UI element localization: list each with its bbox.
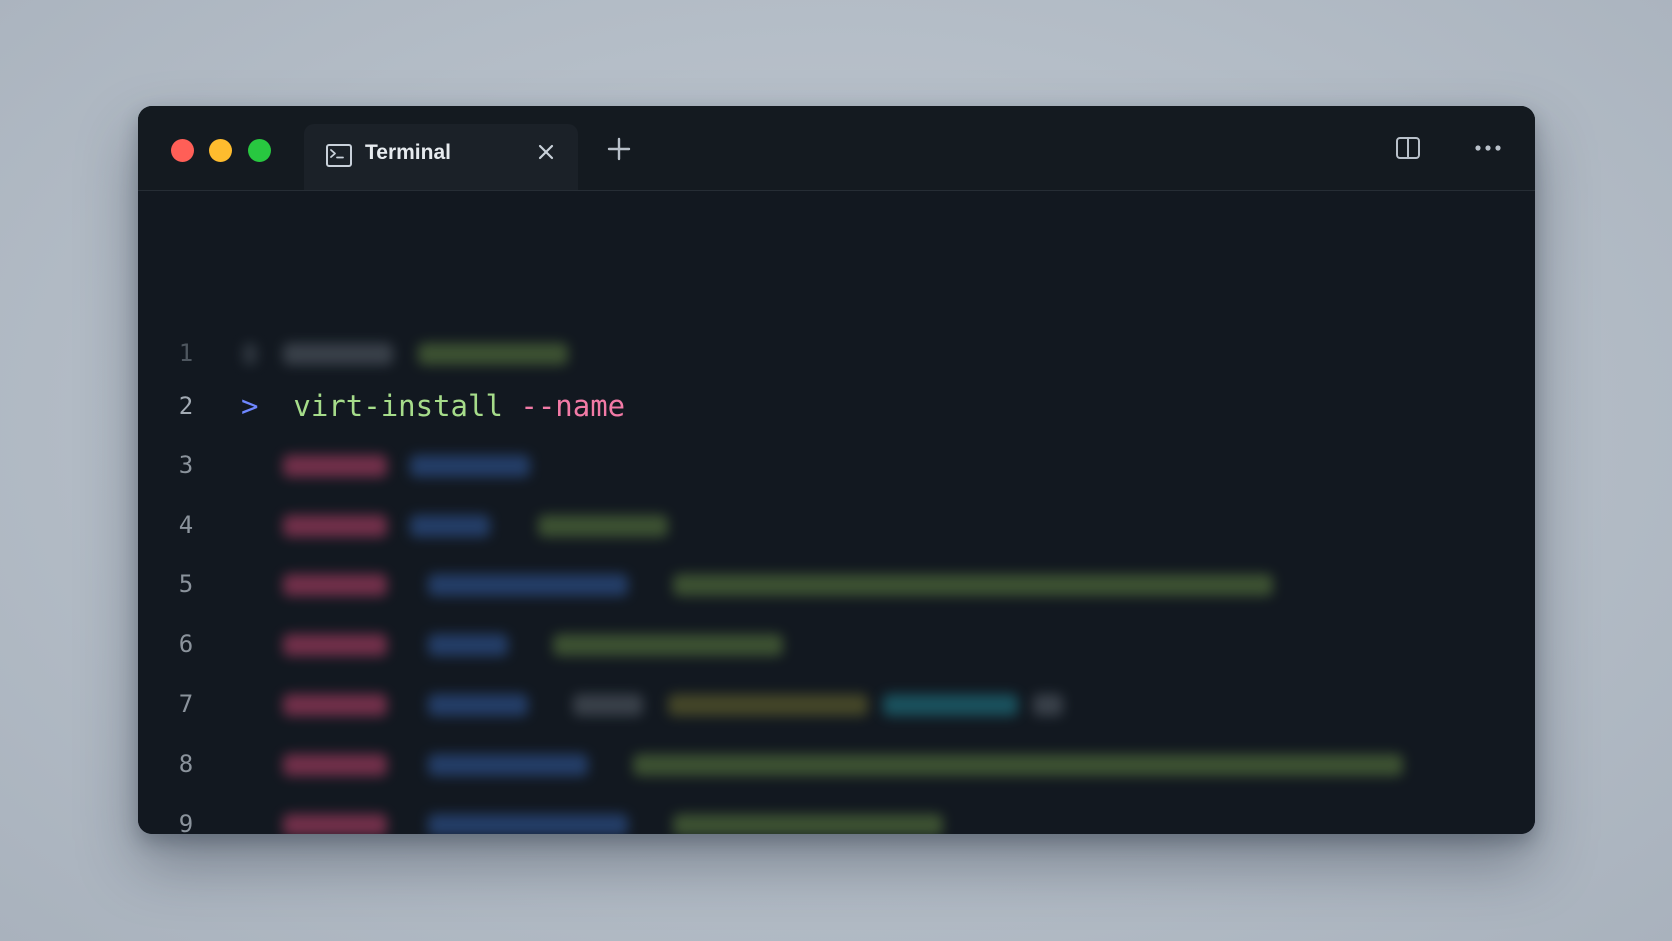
code-line: 9 [138,804,1535,834]
line-number: 6 [178,630,194,658]
title-bar: Terminal [138,106,1535,191]
minimize-window-button[interactable] [209,139,232,162]
blurred-text [673,574,1273,596]
line-number: 9 [178,810,194,834]
code-line: 3 [138,445,1535,485]
blurred-text [573,694,643,716]
blurred-text [428,814,628,834]
blurred-text [428,694,528,716]
plus-icon[interactable] [604,134,634,164]
blurred-text [883,694,1018,716]
blurred-text [428,574,628,596]
command-line: > virt-install --name [241,386,625,426]
split-view-icon[interactable] [1395,135,1421,161]
code-line-active: 2 > virt-install --name [138,386,1535,426]
line-number: 7 [178,690,194,718]
code-line: 6 [138,624,1535,664]
blurred-text [283,515,387,537]
blurred-text [283,634,387,656]
blurred-text [410,455,530,477]
blurred-text [283,694,387,716]
blurred-text [633,754,1403,776]
code-line: 5 [138,564,1535,604]
close-icon[interactable] [534,140,558,164]
blurred-prompt [243,343,257,365]
maximize-window-button[interactable] [248,139,271,162]
terminal-window: Terminal 1 2 > virt-install --name 3 4 5… [138,106,1535,834]
code-line: 8 [138,744,1535,784]
blurred-text [673,814,943,834]
blurred-text [283,574,387,596]
blurred-text [418,343,568,365]
blurred-text [1033,694,1063,716]
blurred-text [283,754,387,776]
blurred-text [283,455,387,477]
blurred-text [428,634,508,656]
terminal-icon [326,144,352,167]
blurred-text [283,814,387,834]
line-number: 8 [178,750,194,778]
code-line: 7 [138,684,1535,724]
terminal-content[interactable]: 1 2 > virt-install --name 3 4 5 6 7 8 9 [138,191,1535,834]
blurred-text [553,634,783,656]
code-line: 4 [138,505,1535,545]
line-number: 3 [178,451,194,479]
tab-label: Terminal [365,141,451,164]
line-number: 4 [178,511,194,539]
blurred-text [283,343,393,365]
ellipsis-icon[interactable] [1473,135,1503,161]
blurred-text [428,754,588,776]
line-number: 5 [178,570,194,598]
command-text: virt-install [293,389,503,423]
flag-text: --name [520,389,626,423]
line-number: 1 [178,339,194,367]
code-line: 1 [138,333,1535,373]
tab-terminal[interactable]: Terminal [304,124,578,190]
blurred-text [538,515,668,537]
prompt-chevron: > [241,389,259,423]
blurred-text [410,515,490,537]
line-number: 2 [178,392,194,420]
close-window-button[interactable] [171,139,194,162]
blurred-text [668,694,868,716]
